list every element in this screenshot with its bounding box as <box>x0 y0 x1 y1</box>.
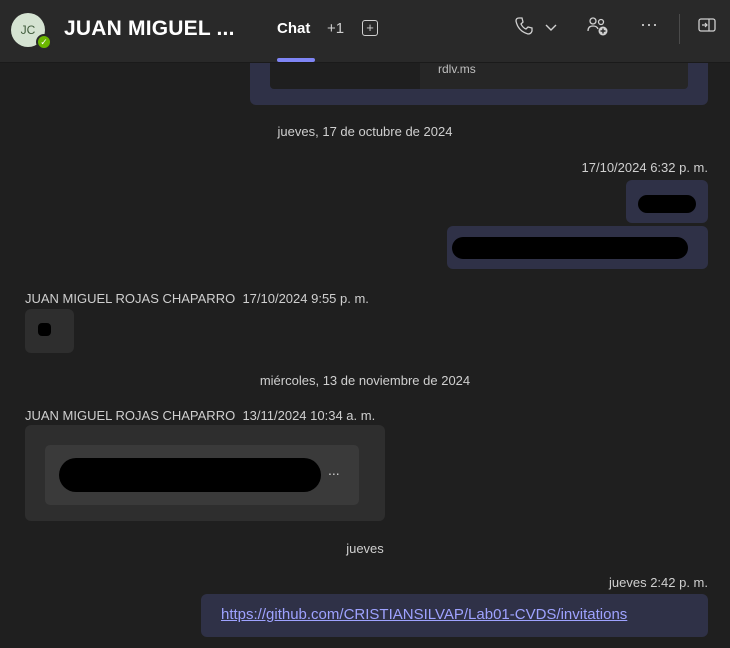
presence-available-icon: ✓ <box>36 34 52 50</box>
popout-icon[interactable] <box>697 16 717 39</box>
avatar-initials: JC <box>20 23 36 37</box>
message-bubble-mine[interactable] <box>447 226 708 269</box>
date-divider: miércoles, 13 de noviembre de 2024 <box>259 373 471 388</box>
message-timestamp: 17/10/2024 9:55 p. m. <box>242 291 369 306</box>
github-invitation-link[interactable]: https://github.com/CRISTIANSILVAP/Lab01-… <box>221 606 627 623</box>
chevron-down-icon[interactable] <box>544 18 558 39</box>
date-divider: jueves <box>346 541 384 556</box>
sender-name: JUAN MIGUEL ROJAS CHAPARRO <box>25 408 236 423</box>
message-bubble-mine[interactable]: rdlv.ms <box>250 63 708 105</box>
add-tab-icon[interactable]: + <box>362 20 378 36</box>
redacted-content <box>638 195 696 213</box>
chat-header: JC ✓ JUAN MIGUEL ... Chat +1 + ··· <box>0 0 730 63</box>
tab-more[interactable]: +1 <box>327 20 344 37</box>
message-timestamp: jueves 2:42 p. m. <box>609 575 708 590</box>
message-timestamp: 13/11/2024 10:34 a. m. <box>242 408 376 423</box>
message-bubble-other[interactable]: ... <box>25 425 385 521</box>
attachment-preview <box>270 63 420 89</box>
attachment-more-icon[interactable]: ... <box>328 462 340 478</box>
message-bubble-other[interactable] <box>25 309 74 353</box>
phone-icon[interactable] <box>514 16 534 41</box>
message-timestamp: 17/10/2024 6:32 p. m. <box>581 160 708 175</box>
tab-chat[interactable]: Chat <box>277 20 310 37</box>
more-options-icon[interactable]: ··· <box>640 14 658 35</box>
sender-name: JUAN MIGUEL ROJAS CHAPARRO <box>25 291 236 306</box>
message-bubble-mine[interactable]: https://github.com/CRISTIANSILVAP/Lab01-… <box>201 594 708 637</box>
attachment-card[interactable]: ... <box>45 445 359 505</box>
tab-active-indicator <box>277 58 315 62</box>
redacted-content <box>452 237 688 259</box>
redacted-content <box>59 458 321 492</box>
redacted-content <box>38 323 51 336</box>
header-separator <box>679 14 680 44</box>
sender-header: JUAN MIGUEL ROJAS CHAPARRO 17/10/2024 9:… <box>25 291 369 306</box>
sender-header: JUAN MIGUEL ROJAS CHAPARRO 13/11/2024 10… <box>25 408 375 423</box>
add-people-icon[interactable] <box>586 16 610 43</box>
attachment-name: rdlv.ms <box>438 62 476 76</box>
date-divider: jueves, 17 de octubre de 2024 <box>277 124 453 139</box>
message-bubble-mine[interactable] <box>626 180 708 223</box>
chat-title[interactable]: JUAN MIGUEL ... <box>64 17 235 41</box>
